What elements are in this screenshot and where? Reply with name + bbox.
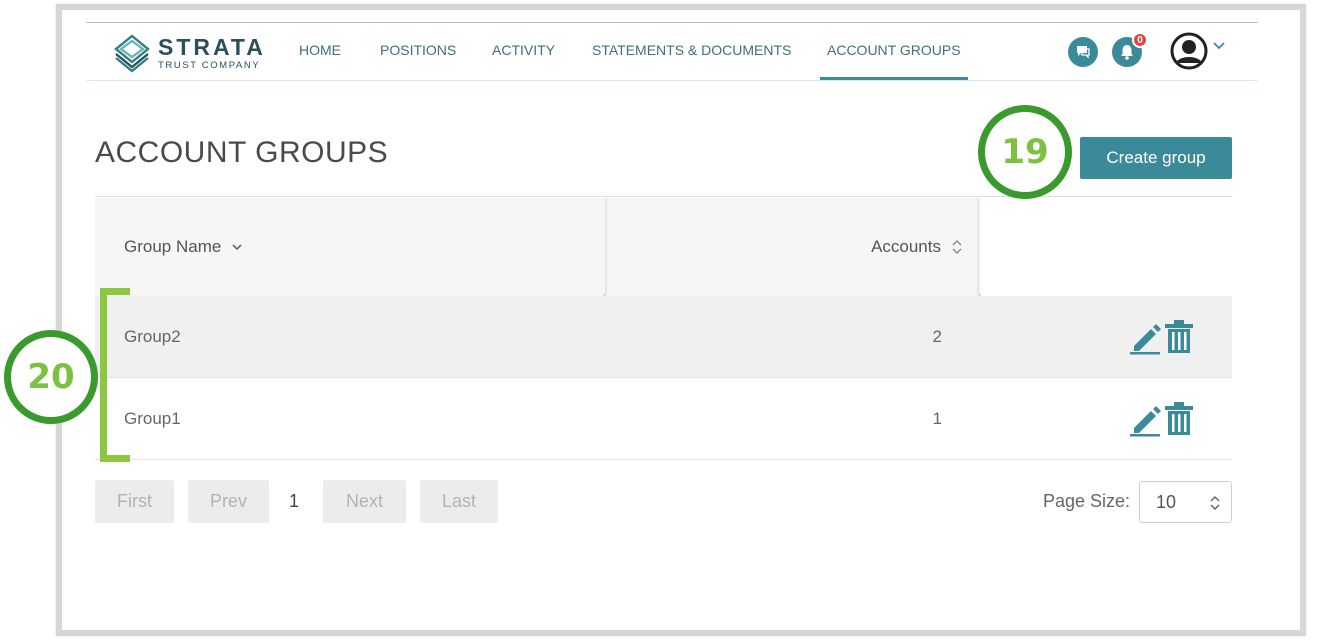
accounts-count-cell: 2	[932, 326, 942, 346]
nav-bottom-divider	[86, 80, 1258, 81]
last-page-button[interactable]: Last	[420, 480, 498, 523]
chevron-down-icon[interactable]	[1212, 40, 1226, 52]
accounts-count-cell: 1	[932, 408, 942, 428]
callout-19: 19	[978, 105, 1072, 199]
updown-caret-icon[interactable]	[1209, 493, 1221, 513]
column-header-accounts[interactable]: Accounts	[605, 198, 979, 296]
page-size-label: Page Size:	[1043, 491, 1131, 511]
table-header: Group Name Accounts	[95, 198, 1232, 296]
page-title: ACCOUNT GROUPS	[95, 136, 389, 169]
page-size-value: 10	[1156, 491, 1177, 512]
table-row[interactable]: Group1 1	[95, 378, 1232, 460]
sort-both-icon[interactable]	[951, 238, 963, 256]
title-divider	[95, 196, 1232, 197]
user-avatar-icon[interactable]	[1170, 32, 1208, 70]
group-name-cell: Group1	[124, 408, 181, 428]
table-row[interactable]: Group2 2	[95, 296, 1232, 378]
chat-glyph-icon	[1077, 46, 1090, 59]
current-page[interactable]: 1	[289, 491, 299, 512]
nav-home[interactable]: HOME	[299, 42, 341, 58]
account-groups-table: Group Name Accounts Group2 2 Group1 1	[95, 198, 1232, 460]
prev-page-button[interactable]: Prev	[188, 480, 269, 523]
nav-top-divider	[86, 22, 1258, 23]
bell-glyph-icon	[1121, 45, 1133, 60]
column-header-actions	[981, 198, 1232, 296]
strata-logo-icon	[114, 34, 150, 73]
nav-positions[interactable]: POSITIONS	[380, 42, 456, 58]
sort-desc-icon[interactable]	[231, 242, 243, 252]
nav-account-groups[interactable]: ACCOUNT GROUPS	[827, 42, 961, 58]
edit-icon[interactable]	[1128, 318, 1162, 356]
column-label: Accounts	[871, 237, 941, 256]
row-actions	[1128, 318, 1196, 356]
rows-bracket	[100, 288, 130, 462]
trash-icon[interactable]	[1162, 318, 1196, 356]
nav-statements-documents[interactable]: STATEMENTS & DOCUMENTS	[592, 42, 791, 58]
first-page-button[interactable]: First	[95, 480, 174, 523]
chat-icon[interactable]	[1068, 37, 1098, 67]
column-header-group-name[interactable]: Group Name	[95, 198, 603, 296]
page-size-select[interactable]: 10	[1139, 481, 1232, 523]
trash-icon[interactable]	[1162, 400, 1196, 438]
next-page-button[interactable]: Next	[323, 480, 406, 523]
callout-20: 20	[4, 330, 98, 424]
column-label: Group Name	[124, 237, 222, 256]
create-group-button[interactable]: Create group	[1080, 137, 1232, 179]
notification-badge: 0	[1132, 32, 1148, 48]
row-actions	[1128, 400, 1196, 438]
group-name-cell: Group2	[124, 326, 181, 346]
brand-name: STRATA	[158, 33, 266, 60]
brand-subtitle: TRUST COMPANY	[158, 59, 261, 71]
nav-activity[interactable]: ACTIVITY	[492, 42, 555, 58]
brand-logo[interactable]: STRATA TRUST COMPANY	[112, 31, 272, 75]
edit-icon[interactable]	[1128, 400, 1162, 438]
